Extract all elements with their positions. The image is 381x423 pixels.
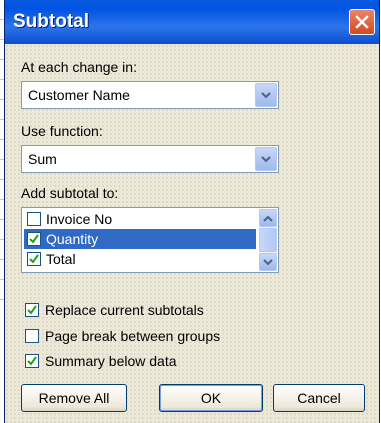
- ok-button[interactable]: OK: [159, 384, 263, 412]
- use-function-value: Sum: [28, 151, 57, 167]
- chevron-down-icon: [261, 91, 271, 98]
- page-break-label: Page break between groups: [45, 328, 221, 344]
- replace-subtotals-checkbox[interactable]: [25, 303, 39, 317]
- list-item-quantity[interactable]: Quantity: [24, 229, 256, 249]
- title-bar[interactable]: Subtotal: [5, 0, 379, 44]
- scroll-down-button[interactable]: [259, 253, 277, 271]
- scroll-up-button[interactable]: [259, 209, 277, 227]
- dialog-body: At each change in: Customer Name Use fun…: [5, 44, 379, 423]
- close-icon: [355, 15, 369, 29]
- use-function-label: Use function:: [21, 123, 103, 139]
- chevron-up-icon: [263, 215, 273, 222]
- add-subtotal-label: Add subtotal to:: [21, 185, 119, 201]
- replace-subtotals-label: Replace current subtotals: [45, 302, 204, 318]
- page-break-checkbox[interactable]: [25, 329, 39, 343]
- at-each-change-label: At each change in:: [21, 59, 137, 75]
- checkmark-icon: [27, 305, 37, 315]
- checkbox-total[interactable]: [27, 252, 41, 266]
- checkbox-quantity[interactable]: [27, 232, 41, 246]
- list-item-label: Quantity: [46, 231, 99, 247]
- listbox-scrollbar[interactable]: [259, 209, 277, 271]
- summary-below-label: Summary below data: [45, 353, 177, 369]
- add-subtotal-listbox[interactable]: Invoice No Quantity Total: [21, 207, 279, 273]
- at-each-change-dropdown-button[interactable]: [255, 83, 277, 107]
- at-each-change-value: Customer Name: [28, 87, 130, 103]
- checkbox-invoice-no[interactable]: [27, 212, 41, 226]
- checkmark-icon: [29, 234, 39, 244]
- list-item-total[interactable]: Total: [24, 249, 256, 269]
- at-each-change-select[interactable]: Customer Name: [21, 81, 279, 109]
- remove-all-button[interactable]: Remove All: [21, 384, 127, 412]
- checkmark-icon: [27, 356, 37, 366]
- checkmark-icon: [29, 254, 39, 264]
- summary-below-checkbox[interactable]: [25, 354, 39, 368]
- subtotal-dialog: Subtotal At each change in: Customer Nam…: [4, 0, 380, 423]
- chevron-down-icon: [261, 155, 271, 162]
- chevron-down-icon: [263, 258, 273, 265]
- list-item-invoice-no[interactable]: Invoice No: [24, 209, 256, 229]
- close-button[interactable]: [349, 9, 375, 35]
- list-item-label: Total: [46, 251, 76, 267]
- scroll-thumb[interactable]: [259, 228, 277, 252]
- use-function-select[interactable]: Sum: [21, 145, 279, 173]
- use-function-dropdown-button[interactable]: [255, 147, 277, 171]
- cancel-button[interactable]: Cancel: [273, 384, 365, 412]
- dialog-title: Subtotal: [13, 11, 89, 32]
- list-item-label: Invoice No: [46, 211, 113, 227]
